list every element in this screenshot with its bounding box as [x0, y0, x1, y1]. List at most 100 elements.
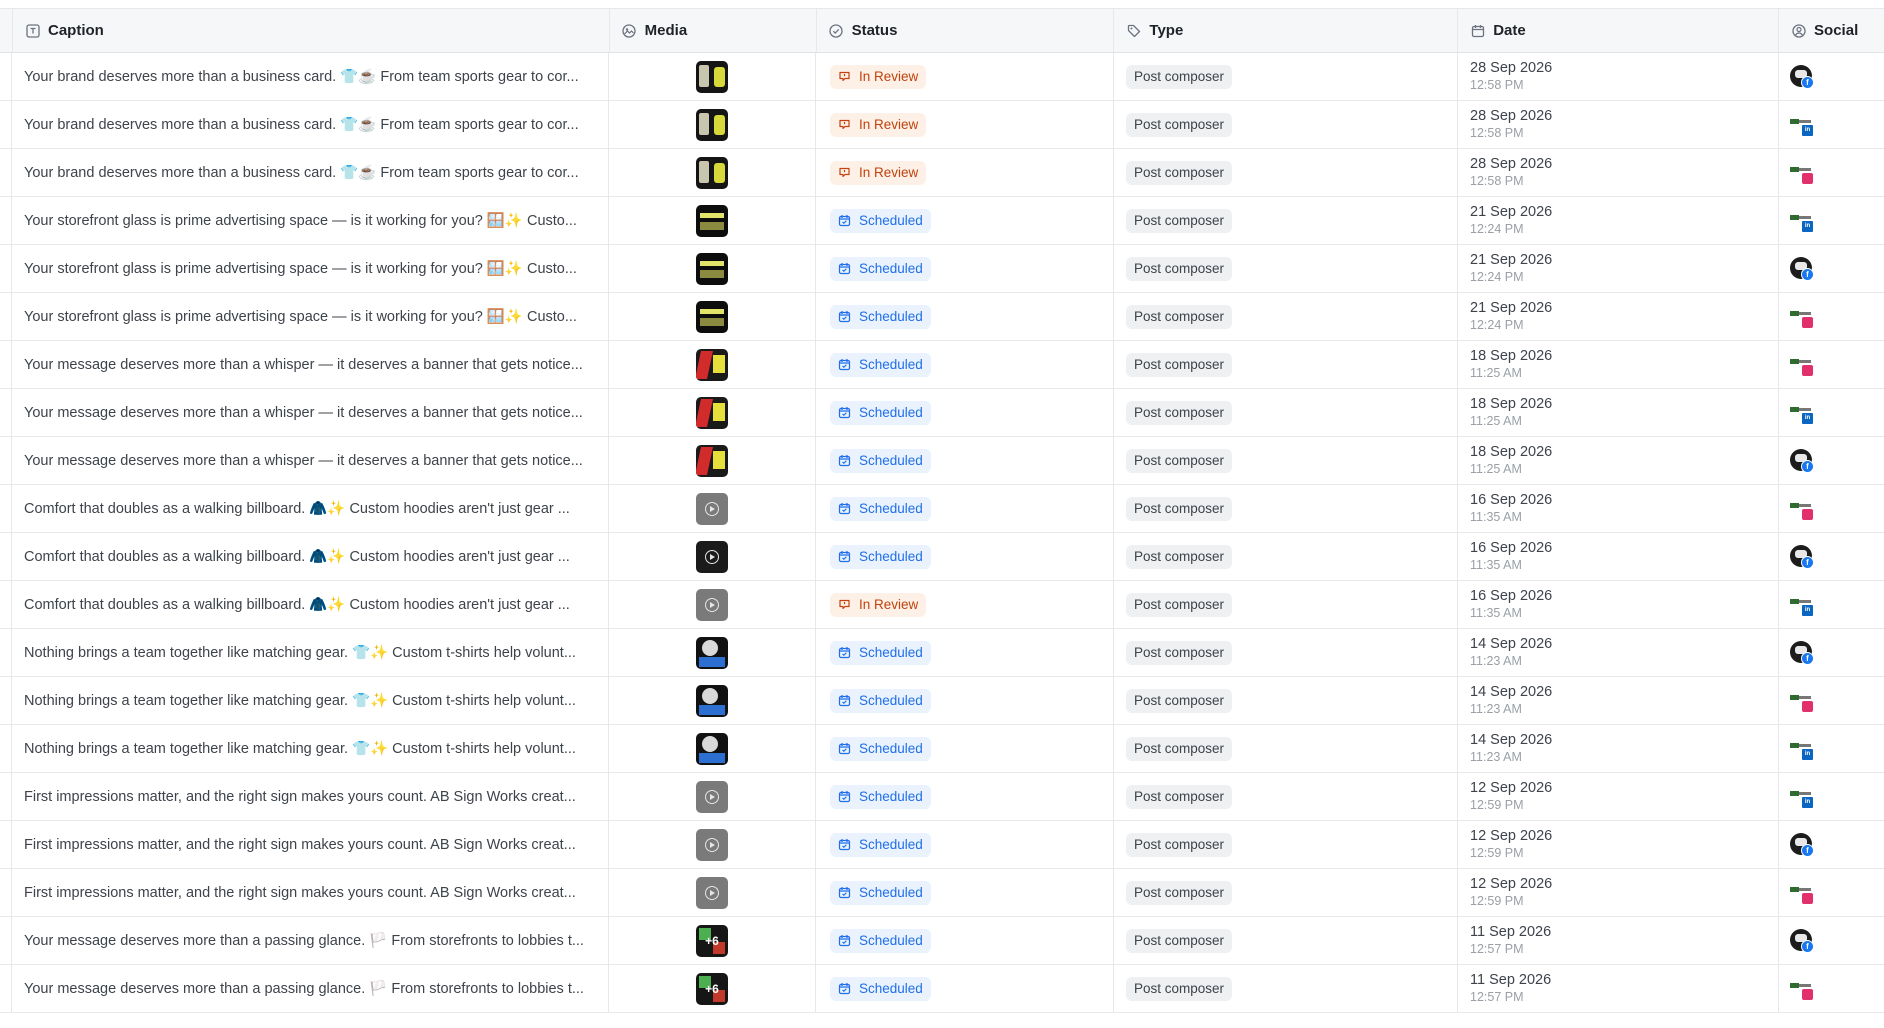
table-row[interactable]: Nothing brings a team together like matc… [0, 629, 1884, 677]
social-cell[interactable]: in [1779, 773, 1884, 820]
media-thumbnail[interactable] [696, 204, 728, 237]
media-thumbnail[interactable] [696, 60, 728, 93]
social-account-avatar[interactable]: f [1790, 928, 1814, 953]
caption-cell[interactable]: First impressions matter, and the right … [12, 869, 609, 916]
status-cell[interactable]: In Review [816, 581, 1114, 628]
caption-cell[interactable]: Nothing brings a team together like matc… [12, 629, 609, 676]
social-account-avatar[interactable]: in [1790, 785, 1814, 809]
caption-cell[interactable]: Your message deserves more than a whispe… [12, 389, 609, 436]
status-cell[interactable]: In Review [816, 53, 1114, 100]
social-account-avatar[interactable]: in [1790, 401, 1814, 425]
table-row[interactable]: Your brand deserves more than a business… [0, 101, 1884, 149]
status-cell[interactable]: Scheduled [816, 629, 1114, 676]
date-cell[interactable]: 12 Sep 2026 12:59 PM [1458, 821, 1779, 868]
column-header-caption[interactable]: Caption [13, 9, 610, 52]
social-cell[interactable] [1779, 293, 1884, 340]
date-cell[interactable]: 21 Sep 2026 12:24 PM [1458, 293, 1779, 340]
social-cell[interactable] [1779, 869, 1884, 916]
caption-cell[interactable]: Your message deserves more than a passin… [12, 965, 609, 1012]
caption-cell[interactable]: Comfort that doubles as a walking billbo… [12, 533, 609, 580]
social-cell[interactable] [1779, 965, 1884, 1012]
table-row[interactable]: First impressions matter, and the right … [0, 773, 1884, 821]
social-account-avatar[interactable] [1790, 353, 1814, 377]
caption-cell[interactable]: Comfort that doubles as a walking billbo… [12, 485, 609, 532]
caption-cell[interactable]: Your storefront glass is prime advertisi… [12, 245, 609, 292]
type-cell[interactable]: Post composer [1114, 533, 1458, 580]
media-cell[interactable] [609, 293, 816, 340]
table-row[interactable]: Your brand deserves more than a business… [0, 149, 1884, 197]
social-account-avatar[interactable]: f [1790, 64, 1814, 89]
status-cell[interactable]: Scheduled [816, 293, 1114, 340]
date-cell[interactable]: 14 Sep 2026 11:23 AM [1458, 629, 1779, 676]
social-cell[interactable]: in [1779, 197, 1884, 244]
social-cell[interactable]: in [1779, 101, 1884, 148]
caption-cell[interactable]: Your message deserves more than a passin… [12, 917, 609, 964]
type-cell[interactable]: Post composer [1114, 389, 1458, 436]
status-cell[interactable]: Scheduled [816, 965, 1114, 1012]
social-cell[interactable] [1779, 485, 1884, 532]
media-thumbnail[interactable] [696, 540, 728, 573]
media-thumbnail[interactable] [696, 396, 728, 429]
status-cell[interactable]: In Review [816, 149, 1114, 196]
caption-cell[interactable]: Comfort that doubles as a walking billbo… [12, 581, 609, 628]
media-thumbnail[interactable] [696, 684, 728, 717]
media-thumbnail[interactable] [696, 588, 728, 621]
table-row[interactable]: Nothing brings a team together like matc… [0, 725, 1884, 773]
social-account-avatar[interactable] [1790, 881, 1814, 905]
media-cell[interactable] [609, 581, 816, 628]
social-account-avatar[interactable]: in [1790, 737, 1814, 761]
date-cell[interactable]: 28 Sep 2026 12:58 PM [1458, 53, 1779, 100]
type-cell[interactable]: Post composer [1114, 485, 1458, 532]
media-thumbnail[interactable] [696, 156, 728, 189]
social-cell[interactable] [1779, 677, 1884, 724]
media-thumbnail[interactable] [696, 732, 728, 765]
status-cell[interactable]: Scheduled [816, 245, 1114, 292]
media-thumbnail[interactable]: +6 [696, 924, 728, 957]
social-account-avatar[interactable]: in [1790, 593, 1814, 617]
type-cell[interactable]: Post composer [1114, 341, 1458, 388]
table-row[interactable]: First impressions matter, and the right … [0, 821, 1884, 869]
media-thumbnail[interactable] [696, 252, 728, 285]
date-cell[interactable]: 21 Sep 2026 12:24 PM [1458, 245, 1779, 292]
social-account-avatar[interactable] [1790, 497, 1814, 521]
caption-cell[interactable]: Your storefront glass is prime advertisi… [12, 293, 609, 340]
media-thumbnail[interactable] [696, 636, 728, 669]
table-row[interactable]: Your message deserves more than a whispe… [0, 341, 1884, 389]
type-cell[interactable]: Post composer [1114, 197, 1458, 244]
date-cell[interactable]: 14 Sep 2026 11:23 AM [1458, 677, 1779, 724]
social-account-avatar[interactable]: in [1790, 113, 1814, 137]
type-cell[interactable]: Post composer [1114, 149, 1458, 196]
date-cell[interactable]: 28 Sep 2026 12:58 PM [1458, 149, 1779, 196]
date-cell[interactable]: 28 Sep 2026 12:58 PM [1458, 101, 1779, 148]
table-row[interactable]: Comfort that doubles as a walking billbo… [0, 533, 1884, 581]
table-row[interactable]: Your storefront glass is prime advertisi… [0, 197, 1884, 245]
social-cell[interactable] [1779, 149, 1884, 196]
table-row[interactable]: Your brand deserves more than a business… [0, 53, 1884, 101]
media-cell[interactable] [609, 725, 816, 772]
date-cell[interactable]: 18 Sep 2026 11:25 AM [1458, 437, 1779, 484]
media-thumbnail[interactable] [696, 876, 728, 909]
social-cell[interactable]: f [1779, 629, 1884, 676]
media-cell[interactable] [609, 245, 816, 292]
social-cell[interactable]: f [1779, 53, 1884, 100]
table-row[interactable]: Comfort that doubles as a walking billbo… [0, 581, 1884, 629]
type-cell[interactable]: Post composer [1114, 581, 1458, 628]
media-cell[interactable] [609, 821, 816, 868]
media-cell[interactable] [609, 53, 816, 100]
social-cell[interactable]: in [1779, 581, 1884, 628]
date-cell[interactable]: 14 Sep 2026 11:23 AM [1458, 725, 1779, 772]
type-cell[interactable]: Post composer [1114, 773, 1458, 820]
caption-cell[interactable]: Nothing brings a team together like matc… [12, 725, 609, 772]
caption-cell[interactable]: First impressions matter, and the right … [12, 773, 609, 820]
caption-cell[interactable]: First impressions matter, and the right … [12, 821, 609, 868]
status-cell[interactable]: Scheduled [816, 341, 1114, 388]
media-cell[interactable] [609, 629, 816, 676]
social-account-avatar[interactable]: f [1790, 832, 1814, 857]
date-cell[interactable]: 16 Sep 2026 11:35 AM [1458, 485, 1779, 532]
caption-cell[interactable]: Your brand deserves more than a business… [12, 101, 609, 148]
status-cell[interactable]: Scheduled [816, 437, 1114, 484]
date-cell[interactable]: 21 Sep 2026 12:24 PM [1458, 197, 1779, 244]
media-thumbnail[interactable] [696, 492, 728, 525]
date-cell[interactable]: 16 Sep 2026 11:35 AM [1458, 581, 1779, 628]
type-cell[interactable]: Post composer [1114, 821, 1458, 868]
